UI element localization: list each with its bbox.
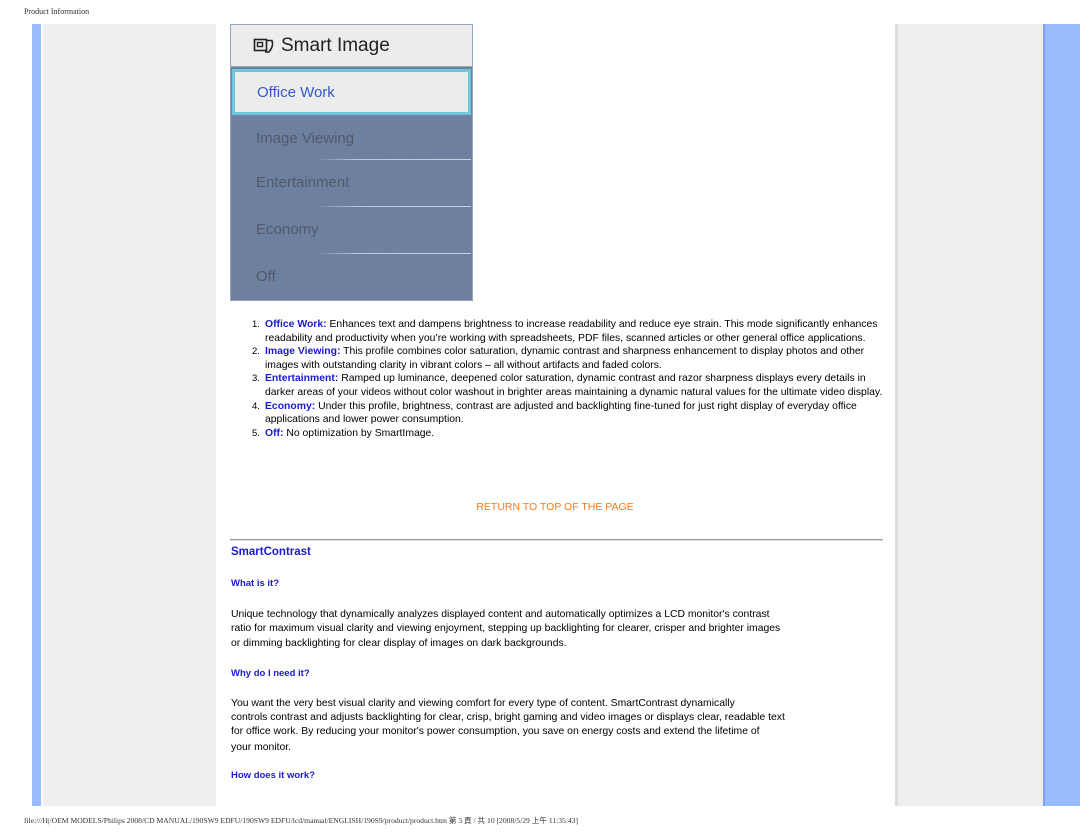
what-is-it-heading: What is it? <box>231 578 280 589</box>
osd-item-image-viewing[interactable]: Image Viewing <box>231 115 472 161</box>
feature-number: 5. <box>252 427 260 439</box>
right-sidebar-panel <box>895 24 1043 806</box>
return-to-top-link[interactable]: RETURN TO TOP OF THE PAGE <box>225 501 885 513</box>
osd-item-label: Economy <box>256 220 319 238</box>
paragraph-line: for office work. By reducing your monito… <box>231 726 760 737</box>
paragraph-line: You want the very best visual clarity an… <box>231 698 735 709</box>
feature-number: 1. <box>252 319 260 330</box>
feature-item: 4. Economy: Under this profile, brightnes… <box>246 400 886 427</box>
feature-term: Off: <box>265 427 284 439</box>
osd-item-label: Image Viewing <box>256 129 355 147</box>
feature-item: 1. Office Work: Enhances text and dampens… <box>246 318 886 345</box>
feature-item: 3. Entertainment: Ramped up luminance, de… <box>246 372 886 399</box>
right-decorative-stripe <box>1043 24 1080 806</box>
how-does-it-work-heading: How does it work? <box>231 770 315 781</box>
osd-item-label: Office Work <box>257 83 335 101</box>
feature-description: This profile combines color saturation, … <box>265 346 865 371</box>
left-sidebar-panel <box>43 24 216 806</box>
section-divider <box>230 539 883 541</box>
feature-term: Entertainment: <box>265 373 339 385</box>
feature-number: 2. <box>252 346 260 358</box>
why-need-it-heading: Why do I need it? <box>231 668 310 679</box>
feature-description: Enhances text and dampens brightness to … <box>265 319 878 344</box>
smart-image-icon <box>253 37 275 55</box>
osd-item-label: Entertainment <box>256 173 350 191</box>
what-is-it-paragraph: Unique technology that dynamically analy… <box>231 608 871 651</box>
feature-number: 4. <box>252 400 260 412</box>
feature-item: 5. Off: No optimization by SmartImage. <box>246 427 886 441</box>
paragraph-line: your monitor. <box>231 742 292 753</box>
feature-item: 2. Image Viewing: This profile combines c… <box>246 345 886 372</box>
osd-item-economy[interactable]: Economy <box>231 206 472 252</box>
why-need-it-paragraph: You want the very best visual clarity an… <box>231 697 871 755</box>
feature-term: Economy: <box>265 400 316 412</box>
page-header-title: Product Information <box>24 7 90 16</box>
page-footer-path: file:///H|/OEM MODELS/Philips 2008/CD MA… <box>24 816 579 825</box>
feature-number: 3. <box>252 373 260 385</box>
osd-item-label: Off <box>256 267 276 285</box>
paragraph-line: ratio for maximum visual clarity and vie… <box>231 623 781 634</box>
feature-term: Office Work: <box>265 319 327 330</box>
paragraph-line: or dimming backlighting for clear displa… <box>231 638 567 649</box>
osd-title-label: Smart Image <box>281 34 390 56</box>
feature-description: No optimization by SmartImage. <box>283 427 435 439</box>
feature-term: Image Viewing: <box>265 346 341 358</box>
paragraph-line: controls contrast and adjusts backlighti… <box>231 712 785 723</box>
osd-item-off[interactable]: Off <box>231 253 472 299</box>
smart-image-feature-list: 1. Office Work: Enhances text and dampens… <box>246 318 886 440</box>
osd-item-office-work[interactable]: Office Work <box>232 69 471 115</box>
paragraph-line: Unique technology that dynamically analy… <box>231 609 770 620</box>
smart-image-osd-menu: Smart Image Office Work Image Viewing En… <box>230 24 473 301</box>
feature-description: Under this profile, brightness, contrast… <box>265 400 857 426</box>
osd-item-entertainment[interactable]: Entertainment <box>231 159 472 205</box>
osd-title-bar: Smart Image <box>231 25 472 67</box>
feature-description: Ramped up luminance, deepened color satu… <box>265 373 883 398</box>
smartcontrast-heading: SmartContrast <box>231 546 311 558</box>
